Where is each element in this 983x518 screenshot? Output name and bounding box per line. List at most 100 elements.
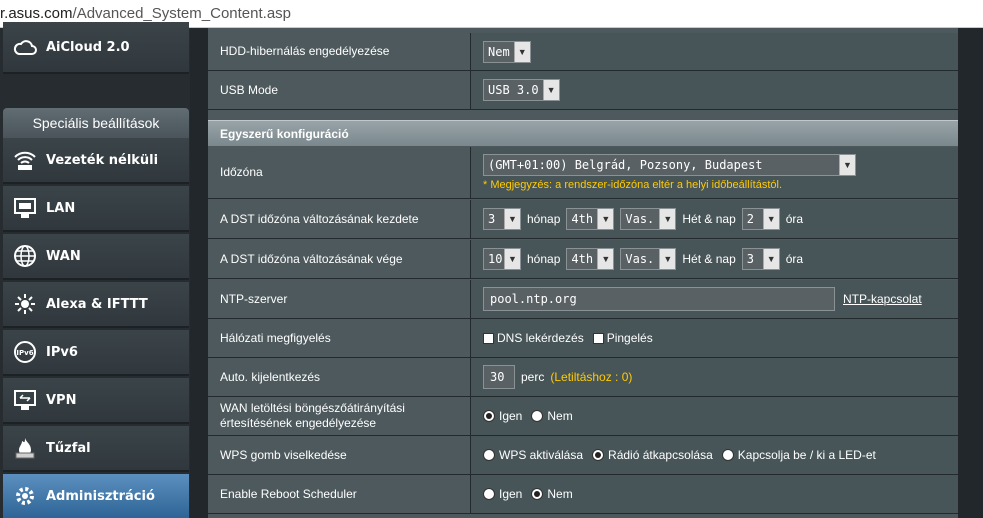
vpn-icon <box>12 387 38 413</box>
sidebar-item-administration[interactable]: Adminisztráció <box>3 474 189 518</box>
sidebar: AiCloud 2.0 Speciális beállítások Vezeté… <box>0 22 190 518</box>
gear-icon <box>12 483 38 509</box>
month-text: hónap <box>527 252 561 266</box>
reboot-no[interactable]: Nem <box>531 487 573 501</box>
wps-option-activate[interactable]: WPS aktiválása <box>483 448 583 462</box>
dst-end-week-select[interactable]: 4th ▼ <box>566 248 615 270</box>
hour-text: óra <box>785 212 804 226</box>
sidebar-item-vpn[interactable]: VPN <box>3 378 189 424</box>
wireless-icon <box>12 147 38 173</box>
hour-text: óra <box>785 252 804 266</box>
sidebar-item-label: Adminisztráció <box>46 488 155 504</box>
ping-checkbox[interactable] <box>592 332 604 344</box>
reboot-yes[interactable]: Igen <box>483 487 522 501</box>
dst-start-month-select[interactable]: 3 ▼ <box>483 208 521 230</box>
row-dst-start: A DST időzóna változásának kezdete 3 ▼ hó… <box>208 200 958 239</box>
sidebar-item-alexa[interactable]: Alexa & IFTTT <box>3 282 189 328</box>
row-label: HDD-hibernálás engedélyezése <box>208 33 471 70</box>
row-label: Időzóna <box>208 147 471 198</box>
radio-wps-activate[interactable] <box>483 449 495 461</box>
chevron-down-icon: ▼ <box>542 80 559 100</box>
wps-option-radio-toggle[interactable]: Rádió átkapcsolása <box>592 448 713 462</box>
ping-option[interactable]: Pingelés <box>592 331 653 345</box>
url-host: r.asus.com <box>0 5 73 22</box>
dst-end-day-select[interactable]: Vas. ▼ <box>620 248 677 270</box>
dst-end-hour-select[interactable]: 3 ▼ <box>741 248 780 270</box>
sidebar-item-label: Tűzfal <box>46 440 91 456</box>
row-auto-logout: Auto. kijelentkezés 30 perc (Letiltáshoz… <box>208 358 958 397</box>
row-network-monitoring: Hálózati megfigyelés DNS lekérdezés Ping… <box>208 319 958 358</box>
sidebar-item-label: VPN <box>46 392 77 408</box>
wan-redirect-no[interactable]: Nem <box>531 409 573 423</box>
lan-icon <box>12 195 38 221</box>
ipv6-icon: IPv6 <box>12 339 38 365</box>
ntp-server-input[interactable]: pool.ntp.org <box>483 287 835 311</box>
section-basic-config: Egyszerű konfiguráció <box>208 120 958 146</box>
settings-panel: HDD-hibernálás engedélyezése Nem ▼ USB Mo… <box>208 28 958 518</box>
month-text: hónap <box>527 212 561 226</box>
weekday-text: Hét & nap <box>682 252 736 266</box>
dns-query-option[interactable]: DNS lekérdezés <box>483 331 584 345</box>
dns-query-checkbox[interactable] <box>483 332 494 344</box>
sidebar-item-label: LAN <box>46 200 76 216</box>
radio-yes[interactable] <box>483 488 495 500</box>
firewall-icon <box>12 435 38 461</box>
cloud-icon <box>12 34 38 60</box>
usb-mode-select[interactable]: USB 3.0 ▼ <box>483 79 560 101</box>
timezone-select[interactable]: (GMT+01:00) Belgrád, Pozsony, Budapest ▼ <box>483 154 856 176</box>
chevron-down-icon: ▼ <box>762 209 779 229</box>
chevron-down-icon: ▼ <box>659 249 676 269</box>
row-label: WPS gomb viselkedése <box>208 436 471 474</box>
sidebar-item-lan[interactable]: LAN <box>3 186 189 232</box>
sidebar-item-firewall[interactable]: Tűzfal <box>3 426 189 472</box>
row-dst-end: A DST időzóna változásának vége 10 ▼ hóna… <box>208 240 958 279</box>
radio-no[interactable] <box>531 410 544 422</box>
wan-redirect-yes[interactable]: Igen <box>483 409 522 423</box>
sidebar-item-label: AiCloud 2.0 <box>46 39 130 55</box>
globe-icon <box>12 243 38 269</box>
sidebar-item-label: IPv6 <box>46 344 78 360</box>
dst-start-week-select[interactable]: 4th ▼ <box>566 208 615 230</box>
chevron-down-icon: ▼ <box>513 41 530 62</box>
row-timezone: Időzóna (GMT+01:00) Belgrád, Pozsony, Bu… <box>208 147 958 199</box>
radio-no[interactable] <box>531 488 544 500</box>
chevron-down-icon: ▼ <box>504 209 520 229</box>
dst-start-hour-select[interactable]: 2 ▼ <box>741 208 780 230</box>
url-path: /Advanced_System_Content.asp <box>72 5 291 22</box>
dst-end-month-select[interactable]: 10 ▼ <box>483 248 521 270</box>
sidebar-item-wireless[interactable]: Vezeték nélküli <box>3 138 189 184</box>
ntp-link[interactable]: NTP-kapcsolat <box>843 292 922 306</box>
weekday-text: Hét & nap <box>682 212 736 226</box>
sidebar-item-label: Vezeték nélküli <box>46 152 159 168</box>
row-label: Auto. kijelentkezés <box>208 358 471 396</box>
sidebar-item-wan[interactable]: WAN <box>3 234 189 280</box>
row-label: A DST időzóna változásának vége <box>208 240 471 278</box>
row-wps-button: WPS gomb viselkedése WPS aktiválása Rádi… <box>208 436 958 475</box>
logout-unit: perc <box>521 370 545 384</box>
hdd-hibernation-select[interactable]: Nem ▼ <box>483 40 531 63</box>
chevron-down-icon: ▼ <box>762 249 779 269</box>
chevron-down-icon: ▼ <box>839 155 855 175</box>
auto-logout-input[interactable]: 30 <box>483 365 515 389</box>
sidebar-item-label: Alexa & IFTTT <box>46 296 148 312</box>
radio-wps-radio-toggle[interactable] <box>592 449 605 461</box>
sidebar-section-title: Speciális beállítások <box>3 108 189 138</box>
row-label: WAN letöltési böngészőátirányítási értes… <box>208 397 471 435</box>
wps-option-led[interactable]: Kapcsolja be / ki a LED-et <box>721 448 876 462</box>
sidebar-item-ipv6[interactable]: IPv6 IPv6 <box>3 330 189 376</box>
alexa-icon <box>12 291 38 317</box>
chevron-down-icon: ▼ <box>504 249 520 269</box>
row-label: A DST időzóna változásának kezdete <box>208 200 471 238</box>
dst-start-day-select[interactable]: Vas. ▼ <box>620 208 677 230</box>
row-label: Enable Reboot Scheduler <box>208 475 471 513</box>
row-hdd-hibernation: HDD-hibernálás engedélyezése Nem ▼ <box>208 33 958 71</box>
row-ntp-server: NTP-szerver pool.ntp.org NTP-kapcsolat <box>208 280 958 319</box>
sidebar-item-aicloud[interactable]: AiCloud 2.0 <box>3 22 189 74</box>
row-label: USB Mode <box>208 71 471 109</box>
radio-yes[interactable] <box>483 410 495 422</box>
svg-text:IPv6: IPv6 <box>16 349 33 357</box>
radio-wps-led[interactable] <box>721 449 734 461</box>
chevron-down-icon: ▼ <box>597 209 614 229</box>
sidebar-item-label: WAN <box>46 248 81 264</box>
row-reboot-scheduler: Enable Reboot Scheduler Igen Nem <box>208 475 958 514</box>
